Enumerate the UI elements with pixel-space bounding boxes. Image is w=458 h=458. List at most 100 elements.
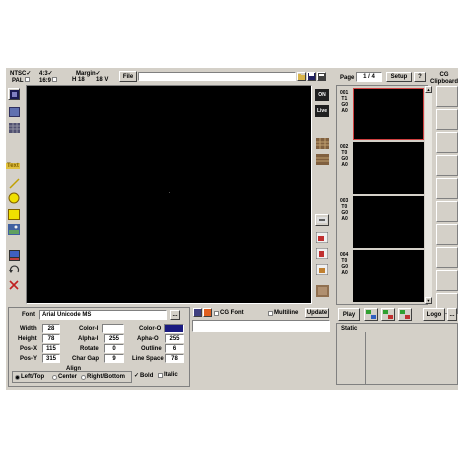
page-thumb-preview (353, 196, 424, 248)
alpha-o-field[interactable]: 255 (165, 334, 184, 343)
font-browse-button[interactable]: ... (170, 310, 180, 320)
cg-clipboard-slot-8[interactable] (436, 247, 458, 268)
page-thumb-4[interactable]: 004 T0 G0 A0 (338, 250, 424, 302)
static-panel: Static (336, 323, 458, 385)
tool-icon[interactable] (315, 263, 329, 275)
arrange-icon[interactable] (315, 231, 329, 243)
margin-v-value[interactable]: 18 V (96, 77, 108, 83)
cg-clipboard-slot-9[interactable] (436, 270, 458, 291)
ntsc-option[interactable]: NTSC✓ (10, 70, 31, 77)
transition-in-icon[interactable] (364, 308, 378, 321)
pal-option[interactable]: PAL (12, 77, 30, 84)
italic-checkbox[interactable]: Italic (158, 372, 178, 378)
page-thumb-label: 002 T0 G0 A0 (340, 144, 349, 168)
static-label: Static (341, 326, 358, 332)
outline-field[interactable]: 6 (165, 344, 184, 353)
cg-clipboard-slot-2[interactable] (436, 109, 458, 130)
char-gap-label: Char Gap (72, 356, 100, 362)
text-input[interactable] (192, 320, 330, 332)
canvas-center-marker (169, 192, 170, 193)
transition-mid-icon[interactable] (381, 308, 395, 321)
delete-icon[interactable] (8, 279, 20, 291)
alpha-i-field[interactable]: 255 (104, 334, 124, 343)
height-label: Height (18, 336, 37, 342)
rotate-label: Rotate (80, 346, 99, 352)
line-space-field[interactable]: 78 (165, 354, 184, 363)
open-folder-icon[interactable] (297, 72, 306, 81)
cg-clipboard-slot-5[interactable] (436, 178, 458, 199)
width-label: Width (20, 326, 37, 332)
margin-option[interactable]: Margin✓ (76, 70, 101, 77)
logo-more-button[interactable]: ... (447, 308, 457, 321)
save-icon[interactable] (307, 72, 316, 81)
cg-clipboard-slot-4[interactable] (436, 155, 458, 176)
text-icon[interactable] (193, 308, 202, 317)
align-left-radio[interactable]: Left/Top (15, 374, 44, 380)
live-icon[interactable]: Live (315, 105, 329, 117)
page-thumb-preview (353, 250, 424, 302)
page-thumb-2[interactable]: 002 T0 G0 A0 (338, 142, 424, 194)
page-thumb-3[interactable]: 003 T0 G0 A0 (338, 196, 424, 248)
image-tool-icon[interactable] (8, 106, 20, 118)
text-tool[interactable]: Text (6, 163, 20, 169)
rotate-field[interactable]: 0 (104, 344, 124, 353)
font-color-icon[interactable] (203, 308, 212, 317)
screen-tool-icon[interactable] (8, 249, 20, 261)
preview-canvas[interactable] (26, 85, 312, 304)
scroll-down-icon[interactable]: ▼ (425, 297, 432, 304)
width-field[interactable]: 28 (42, 324, 60, 333)
pos-x-field[interactable]: 115 (42, 344, 60, 353)
ratio-169-option[interactable]: 16:9 (39, 77, 58, 84)
zoom-icon[interactable] (315, 214, 329, 226)
page-label: Page (340, 75, 355, 81)
scroll-up-icon[interactable]: ▲ (425, 86, 432, 93)
alpha-i-label: Alpha-I (78, 336, 99, 342)
color-o-swatch[interactable] (164, 324, 184, 333)
bg-icon[interactable] (315, 285, 329, 297)
play-button[interactable]: Play (338, 308, 360, 321)
ratio-43-option[interactable]: 4:3✓ (39, 70, 53, 77)
on-air-icon[interactable]: ON (315, 89, 329, 101)
line-tool-icon[interactable] (8, 177, 20, 189)
update-button[interactable]: Update (305, 308, 329, 318)
color-i-swatch[interactable] (102, 324, 124, 333)
align-right-radio[interactable]: Right/Bottom (81, 374, 125, 380)
file-path-field[interactable] (138, 72, 296, 81)
cg-clipboard-slot-6[interactable] (436, 201, 458, 222)
flip-icon[interactable] (315, 247, 329, 259)
bold-checkbox[interactable]: ✓ Bold (134, 372, 153, 380)
line-space-label: Line Space (132, 356, 164, 362)
cg-font-checkbox[interactable]: CG Font (214, 310, 244, 316)
save-as-icon[interactable] (317, 72, 326, 81)
char-gap-field[interactable]: 9 (104, 354, 124, 363)
page-thumb-preview (353, 142, 424, 194)
page-field[interactable]: 1 / 4 (356, 72, 382, 82)
pos-y-field[interactable]: 315 (42, 354, 60, 363)
page-list-scrollbar[interactable]: ▲ ▼ (425, 86, 432, 304)
logo-button[interactable]: Logo (423, 308, 445, 321)
ellipse-tool-icon[interactable] (8, 192, 20, 204)
undo-icon[interactable] (8, 264, 20, 276)
page-thumb-1[interactable]: 001 T1 G0 A0 (338, 88, 424, 140)
cg-clipboard-slot-1[interactable] (436, 86, 458, 107)
multiline-checkbox[interactable]: Multiline (268, 310, 298, 316)
cg-clipboard-slot-7[interactable] (436, 224, 458, 245)
height-field[interactable]: 78 (42, 334, 60, 343)
table-tool-icon[interactable] (8, 122, 20, 134)
layer-list-icon[interactable] (315, 153, 329, 165)
select-tool-icon[interactable] (8, 88, 20, 100)
cg-clipboard-slot-3[interactable] (436, 132, 458, 153)
page-thumb-label: 004 T0 G0 A0 (340, 252, 349, 276)
rectangle-tool-icon[interactable] (8, 208, 20, 220)
setup-button[interactable]: Setup (386, 72, 412, 82)
static-list[interactable] (365, 332, 457, 384)
margin-h-value[interactable]: H 18 (72, 77, 85, 83)
font-label: Font (22, 312, 35, 318)
transition-out-icon[interactable] (398, 308, 412, 321)
layer-grid-icon[interactable] (315, 137, 329, 149)
font-field[interactable]: Arial Unicode MS (39, 310, 167, 320)
help-button[interactable]: ? (414, 72, 426, 82)
picture-tool-icon[interactable] (8, 223, 20, 235)
file-button[interactable]: File (119, 71, 137, 82)
align-center-radio[interactable]: Center (52, 374, 77, 380)
